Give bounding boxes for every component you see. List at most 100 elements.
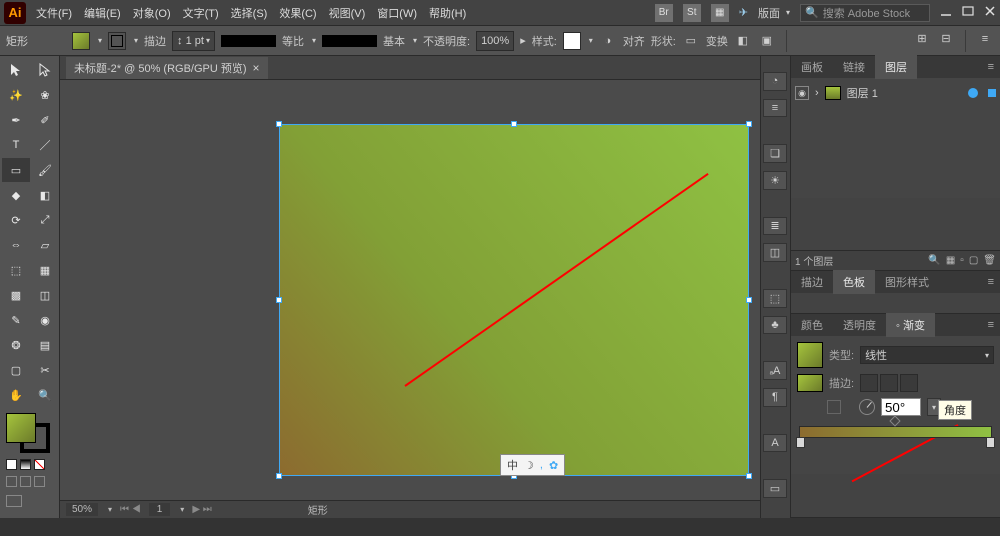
shape-label[interactable]: 形状:	[651, 33, 676, 49]
fill-color[interactable]	[6, 413, 36, 443]
window-maximize[interactable]	[962, 5, 974, 20]
gradient-panel-menu-icon[interactable]: ≡	[982, 319, 1000, 331]
make-clipping-icon[interactable]: ▦	[946, 255, 955, 266]
stock-icon[interactable]: St	[683, 4, 701, 22]
opacity-label[interactable]: 不透明度:	[423, 33, 470, 49]
dock-doc-icon[interactable]: ▭	[763, 479, 787, 498]
new-layer-icon[interactable]: ▢	[969, 255, 978, 266]
tab-close-icon[interactable]: ×	[253, 61, 260, 75]
layer-row[interactable]: ◉ › 图层 1	[791, 82, 1000, 104]
dock-para-icon[interactable]: ¶	[763, 388, 787, 407]
stroke-weight-input[interactable]: ↕ 1 pt▾	[172, 31, 215, 51]
gradient-fill-chip[interactable]	[797, 374, 823, 392]
swatches-panel-menu-icon[interactable]: ≡	[982, 276, 1000, 288]
menu-window[interactable]: 窗口(W)	[377, 5, 417, 21]
dock-char-icon[interactable]: ₐA	[763, 361, 787, 380]
gradient-color-stop-left[interactable]	[796, 437, 805, 448]
extra-option-1[interactable]: ⊞	[913, 30, 931, 48]
dock-align-icon[interactable]: ≣	[763, 217, 787, 236]
gradient-stroke-modes[interactable]	[860, 374, 918, 392]
perspective-tool[interactable]: ▦	[31, 258, 59, 282]
scale-tool[interactable]: ⤢	[31, 208, 59, 232]
artboard-nav[interactable]: ⏮ ◀	[120, 504, 141, 515]
menu-view[interactable]: 视图(V)	[329, 5, 366, 21]
line-tool[interactable]: ／	[31, 133, 59, 157]
tab-links[interactable]: 链接	[833, 55, 875, 79]
lasso-tool[interactable]: ❀	[31, 83, 59, 107]
curvature-tool[interactable]: ✐	[31, 108, 59, 132]
menu-text[interactable]: 文字(T)	[183, 5, 219, 21]
float-icon-4[interactable]: ✿	[549, 459, 558, 472]
stock-search[interactable]: 🔍 搜索 Adobe Stock	[800, 4, 930, 22]
slice-tool[interactable]: ✂	[31, 358, 59, 382]
tab-transparency[interactable]: 透明度	[833, 313, 886, 337]
reverse-gradient-icon[interactable]	[827, 400, 841, 414]
screen-mode-icon[interactable]	[6, 495, 22, 507]
layer-name[interactable]: 图层 1	[847, 85, 878, 101]
layer-target-icon[interactable]	[968, 88, 978, 98]
gradient-preview[interactable]	[797, 342, 823, 368]
tab-artboards[interactable]: 画板	[791, 55, 833, 79]
paintbrush-tool[interactable]: 🖌	[31, 158, 59, 182]
color-gradient-icon[interactable]	[20, 459, 31, 470]
graphic-style-swatch[interactable]	[563, 32, 581, 50]
extra-option-2[interactable]: ⊟	[937, 30, 955, 48]
shape-builder-tool[interactable]: ⬚	[2, 258, 30, 282]
type-tool[interactable]: T	[2, 133, 30, 157]
rotate-tool[interactable]: ⟳	[2, 208, 30, 232]
layers-panel-menu-icon[interactable]: ≡	[982, 61, 1000, 73]
zoom-level[interactable]: 50%	[66, 503, 98, 516]
eyedropper-tool[interactable]: ✎	[2, 308, 30, 332]
visibility-icon[interactable]: ◉	[795, 86, 809, 100]
stroke-profile[interactable]	[221, 35, 276, 47]
tab-swatches[interactable]: 色板	[833, 270, 875, 294]
tab-stroke[interactable]: 描边	[791, 270, 833, 294]
new-sublayer-icon[interactable]: ▫	[960, 255, 964, 266]
tab-graphic-styles[interactable]: 图形样式	[875, 270, 939, 294]
gradient-type-select[interactable]: 线性▾	[860, 346, 994, 364]
angle-input[interactable]	[881, 398, 921, 416]
menu-select[interactable]: 选择(S)	[231, 5, 268, 21]
artboard-nav-fwd[interactable]: ▶ ⏭	[192, 504, 211, 515]
recolor-icon[interactable]: ◑	[599, 32, 617, 50]
rectangle-tool[interactable]: ▭	[2, 158, 30, 182]
gradient-opacity-stop[interactable]	[889, 415, 900, 426]
canvas[interactable]: 中 ☽ , ✿	[60, 80, 790, 500]
mesh-tool[interactable]: ▩	[2, 283, 30, 307]
hand-tool[interactable]: ✋	[2, 383, 30, 407]
dock-glyph-icon[interactable]: A	[763, 434, 787, 453]
shape-icon[interactable]: ▭	[682, 32, 700, 50]
draw-mode-inside[interactable]	[34, 476, 45, 487]
fill-stroke-widget[interactable]	[6, 413, 50, 453]
rocket-icon[interactable]: ✈	[739, 6, 748, 19]
fill-swatch[interactable]	[72, 32, 90, 50]
dock-symbols-icon[interactable]: ☀	[763, 171, 787, 190]
float-icon-3[interactable]: ,	[540, 459, 543, 471]
blend-tool[interactable]: ◉	[31, 308, 59, 332]
color-none-icon[interactable]	[34, 459, 45, 470]
selection-tool[interactable]	[2, 58, 30, 82]
delete-layer-icon[interactable]: 🗑	[983, 255, 996, 266]
transform-label[interactable]: 变换	[706, 33, 728, 49]
align-label[interactable]: 对齐	[623, 33, 645, 49]
artboard-tool[interactable]: ▢	[2, 358, 30, 382]
direct-selection-tool[interactable]	[31, 58, 59, 82]
zoom-tool[interactable]: 🔍	[31, 383, 59, 407]
width-tool[interactable]: ⇔	[2, 233, 30, 257]
isolate-icon[interactable]: ◧	[734, 32, 752, 50]
dock-appearance-icon[interactable]: ♣	[763, 316, 787, 335]
opacity-input[interactable]: 100%	[476, 31, 514, 51]
dock-libraries-icon[interactable]: ≡	[763, 99, 787, 118]
menu-effect[interactable]: 效果(C)	[279, 5, 316, 21]
gradient-tool[interactable]: ◫	[31, 283, 59, 307]
stroke-swatch[interactable]	[108, 32, 126, 50]
column-graph-tool[interactable]: ▤	[31, 333, 59, 357]
window-minimize[interactable]	[940, 5, 952, 20]
menu-file[interactable]: 文件(F)	[36, 5, 72, 21]
draw-mode-behind[interactable]	[20, 476, 31, 487]
free-transform-tool[interactable]: ▱	[31, 233, 59, 257]
tab-gradient[interactable]: ◦ 渐变	[886, 313, 935, 337]
gradient-slider[interactable]	[799, 426, 992, 438]
color-solid-icon[interactable]	[6, 459, 17, 470]
draw-mode-normal[interactable]	[6, 476, 17, 487]
